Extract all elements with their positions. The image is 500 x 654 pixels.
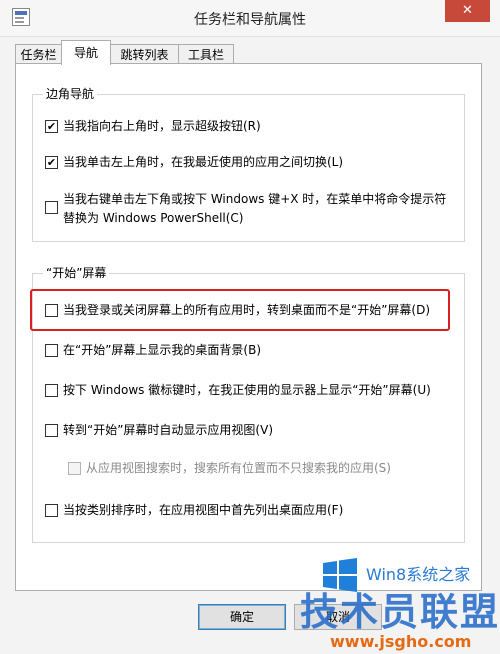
windows-logo-icon <box>323 558 357 592</box>
ok-button[interactable]: 确定 <box>198 604 286 630</box>
corner-navigation-heading: 边角导航 <box>43 87 98 101</box>
option-start-on-active-display-label: 按下 Windows 徽标键时，在我正使用的显示器上显示“开始”屏幕(U) <box>63 383 431 397</box>
option-desktop-background-label: 在“开始”屏幕上显示我的桌面背景(B) <box>63 343 262 357</box>
option-desktop-background[interactable]: 在“开始”屏幕上显示我的桌面背景(B) <box>45 341 456 360</box>
option-desktop-apps-first-label: 当按类别排序时，在应用视图中首先列出桌面应用(F) <box>63 503 344 517</box>
title-bar: 任务栏和导航属性 ✕ <box>0 0 500 37</box>
checkbox-show-charms[interactable]: ✔ <box>45 120 58 133</box>
close-button[interactable]: ✕ <box>445 0 490 22</box>
option-start-on-active-display[interactable]: 按下 Windows 徽标键时，在我正使用的显示器上显示“开始”屏幕(U) <box>45 381 456 400</box>
checkbox-search-everywhere <box>68 462 81 475</box>
checkbox-switch-recent-apps[interactable]: ✔ <box>45 156 58 169</box>
start-screen-heading: “开始”屏幕 <box>43 266 110 280</box>
tab-taskbar[interactable]: 任务栏 <box>15 44 62 64</box>
option-desktop-apps-first[interactable]: 当按类别排序时，在应用视图中首先列出桌面应用(F) <box>45 501 456 520</box>
option-search-everywhere-label: 从应用视图搜索时，搜索所有位置而不只搜索我的应用(S) <box>86 461 391 475</box>
option-replace-powershell[interactable]: 当我右键单击左下角或按下 Windows 键+X 时，在菜单中将命令提示符替换为… <box>45 190 456 228</box>
corner-navigation-group: 边角导航 ✔ 当我指向右上角时，显示超级按钮(R) ✔ 当我单击左上角时，在我最… <box>32 87 465 242</box>
option-show-apps-view-label: 转到“开始”屏幕时自动显示应用视图(V) <box>63 423 274 437</box>
checkbox-start-on-active-display[interactable] <box>45 384 58 397</box>
option-replace-powershell-label: 当我右键单击左下角或按下 Windows 键+X 时，在菜单中将命令提示符替换为… <box>63 192 447 225</box>
checkbox-desktop-background[interactable] <box>45 344 58 357</box>
tab-jump-lists[interactable]: 跳转列表 <box>110 44 179 64</box>
option-show-charms[interactable]: ✔ 当我指向右上角时，显示超级按钮(R) <box>45 117 456 136</box>
watermark-brand: 技术员联盟 <box>300 590 500 634</box>
watermark-site-name: Win8系统之家 <box>366 565 471 584</box>
tab-toolbars[interactable]: 工具栏 <box>178 44 234 64</box>
checkbox-show-apps-view[interactable] <box>45 424 58 437</box>
option-show-charms-label: 当我指向右上角时，显示超级按钮(R) <box>63 119 261 133</box>
checkbox-replace-powershell[interactable] <box>45 201 58 214</box>
option-show-apps-view[interactable]: 转到“开始”屏幕时自动显示应用视图(V) <box>45 421 456 440</box>
option-search-everywhere: 从应用视图搜索时，搜索所有位置而不只搜索我的应用(S) <box>68 459 456 478</box>
red-highlight-box <box>30 289 450 331</box>
option-switch-recent-apps-label: 当我单击左上角时，在我最近使用的应用之间切换(L) <box>63 155 344 169</box>
tab-navigation[interactable]: 导航 <box>61 40 111 65</box>
checkbox-desktop-apps-first[interactable] <box>45 504 58 517</box>
window-title: 任务栏和导航属性 <box>194 12 306 28</box>
watermark-url: www.jsgho.com <box>330 632 472 651</box>
option-switch-recent-apps[interactable]: ✔ 当我单击左上角时，在我最近使用的应用之间切换(L) <box>45 153 456 172</box>
